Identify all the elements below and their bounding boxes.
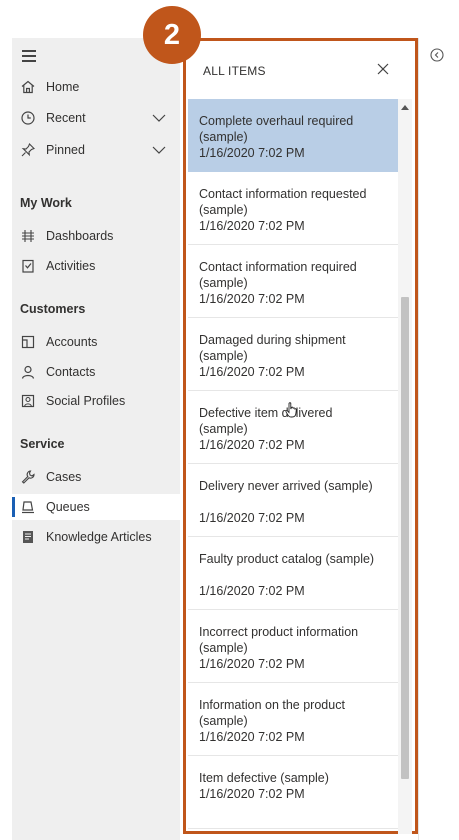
right-strip xyxy=(418,38,459,840)
chevron-down-icon[interactable] xyxy=(152,143,166,157)
sitemap-item-cases[interactable]: Cases xyxy=(12,464,180,490)
item-title: Contact information requested (sample) xyxy=(199,187,367,217)
sitemap-item-label: Home xyxy=(46,80,80,94)
queue-icon xyxy=(22,501,34,514)
sitemap-item-label: Queues xyxy=(46,500,90,514)
sitemap-item-label: Recent xyxy=(46,111,86,125)
chevron-left-circle-icon[interactable] xyxy=(430,48,444,62)
item-title: Contact information required (sample) xyxy=(199,260,357,290)
hamburger-menu-icon[interactable] xyxy=(22,50,36,62)
group-header-service: Service xyxy=(20,437,65,451)
sitemap-item-pinned[interactable]: Pinned xyxy=(12,137,180,163)
item-title: Incorrect product information (sample) xyxy=(199,625,359,655)
sitemap-item-label: Knowledge Articles xyxy=(46,530,152,544)
item-title: Item defective (sample) xyxy=(199,771,329,785)
list-item[interactable]: Damaged during shipment (sample) 1/16/20… xyxy=(188,318,398,391)
sitemap-item-home[interactable]: Home xyxy=(12,74,180,100)
sitemap-item-label: Social Profiles xyxy=(46,394,126,408)
item-date: 1/16/2020 7:02 PM xyxy=(199,438,305,452)
list-item[interactable]: Complete overhaul required (sample) 1/16… xyxy=(188,99,398,172)
sitemap-item-knowledge-articles[interactable]: Knowledge Articles xyxy=(12,524,180,550)
social-profile-icon xyxy=(21,394,35,408)
item-date: 1/16/2020 7:02 PM xyxy=(199,292,305,306)
sitemap-item-contacts[interactable]: Contacts xyxy=(12,359,180,385)
sitemap-item-label: Dashboards xyxy=(46,229,114,243)
item-date: 1/16/2020 7:02 PM xyxy=(199,365,305,379)
flyout-header: ALL ITEMS xyxy=(186,41,415,99)
home-icon xyxy=(21,80,35,94)
sitemap-item-label: Contacts xyxy=(46,365,96,379)
sitemap-item-recent[interactable]: Recent xyxy=(12,105,180,131)
item-title: Faulty product catalog (sample) xyxy=(199,552,375,566)
sitemap: Home Recent Pinned My Work Dashboards Ac… xyxy=(12,38,180,840)
item-date: 1/16/2020 7:02 PM xyxy=(199,730,305,744)
list-item[interactable]: Information on the product (sample) 1/16… xyxy=(188,683,398,756)
list-scrollbar[interactable] xyxy=(398,99,412,834)
sitemap-item-dashboards[interactable]: Dashboards xyxy=(12,223,180,249)
sitemap-item-label: Pinned xyxy=(46,143,85,157)
sitemap-item-label: Accounts xyxy=(46,335,98,349)
chevron-down-icon[interactable] xyxy=(152,111,166,125)
group-header-customers: Customers xyxy=(20,302,86,316)
step-badge: 2 xyxy=(143,6,201,64)
list-item[interactable]: Contact information required (sample) 1/… xyxy=(188,245,398,318)
item-title: Damaged during shipment (sample) xyxy=(199,333,346,363)
sitemap-item-label: Activities xyxy=(46,259,96,273)
book-icon xyxy=(23,531,33,543)
item-title: Delivery never arrived (sample) xyxy=(199,479,373,493)
contact-icon xyxy=(21,365,35,379)
sitemap-item-activities[interactable]: Activities xyxy=(12,253,180,279)
list-item[interactable]: Faulty product catalog (sample) 1/16/202… xyxy=(188,537,398,610)
sitemap-item-accounts[interactable]: Accounts xyxy=(12,329,180,355)
sitemap-item-social-profiles[interactable]: Social Profiles xyxy=(12,388,180,414)
clock-icon xyxy=(21,111,35,125)
item-date: 1/16/2020 7:02 PM xyxy=(199,511,305,525)
group-header-my-work: My Work xyxy=(20,196,72,210)
item-title: Information on the product (sample) xyxy=(199,698,345,728)
item-title: Complete overhaul required (sample) xyxy=(199,114,354,144)
wrench-icon xyxy=(21,470,35,484)
list-item[interactable]: Item defective (sample) 1/16/2020 7:02 P… xyxy=(188,756,398,829)
scroll-up-arrow-icon[interactable] xyxy=(401,104,409,110)
hand-cursor-icon xyxy=(285,402,297,418)
sitemap-item-queues[interactable]: Queues xyxy=(12,494,180,520)
items-list: Complete overhaul required (sample) 1/16… xyxy=(188,99,398,834)
item-date: 1/16/2020 7:02 PM xyxy=(199,146,305,160)
all-items-flyout: ALL ITEMS Complete overhaul required (sa… xyxy=(183,38,418,834)
item-date: 1/16/2020 7:02 PM xyxy=(199,219,305,233)
list-item[interactable]: Contact information requested (sample) 1… xyxy=(188,172,398,245)
activities-icon xyxy=(22,259,34,273)
item-date: 1/16/2020 7:02 PM xyxy=(199,584,305,598)
flyout-title: ALL ITEMS xyxy=(203,64,266,78)
close-icon[interactable] xyxy=(377,63,389,75)
item-date: 1/16/2020 7:02 PM xyxy=(199,657,305,671)
list-item[interactable]: Incorrect product information (sample) 1… xyxy=(188,610,398,683)
sitemap-item-label: Cases xyxy=(46,470,82,484)
accounts-icon xyxy=(21,335,35,349)
list-item[interactable]: Delivery never arrived (sample) 1/16/202… xyxy=(188,464,398,537)
item-date: 1/16/2020 7:02 PM xyxy=(199,787,305,801)
pin-icon xyxy=(21,143,35,157)
scrollbar-thumb[interactable] xyxy=(401,297,409,779)
dashboard-icon xyxy=(22,230,34,242)
